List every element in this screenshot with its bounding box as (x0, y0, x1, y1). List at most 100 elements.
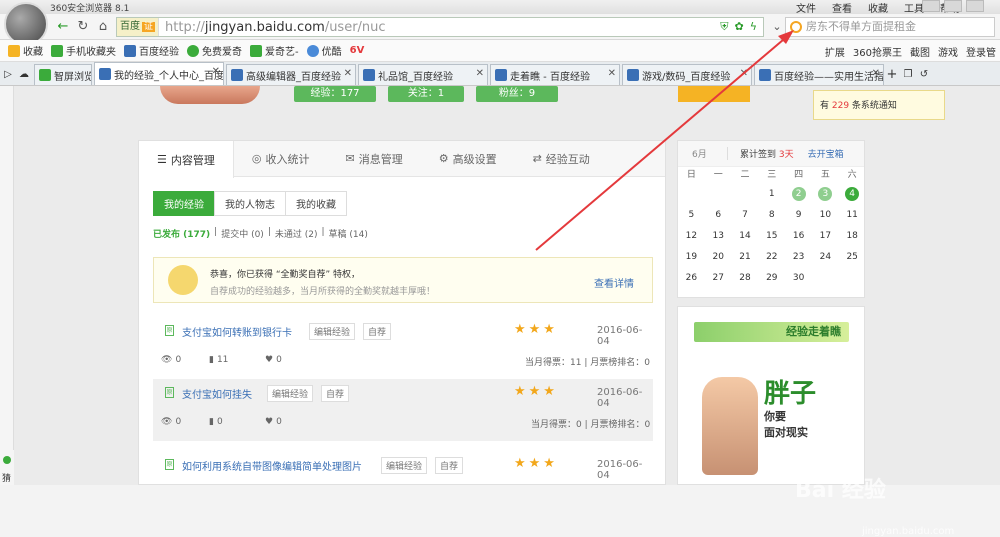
menu-view[interactable]: 查看 (832, 0, 852, 15)
tab-jingyan-home[interactable]: 百度经验——实用生活指 ✕ (754, 64, 884, 85)
calendar-day[interactable]: 21 (732, 247, 759, 268)
calendar-day[interactable]: 18 (839, 226, 866, 247)
address-bar[interactable]: 百度证 http://jingyan.baidu.com/user/nuc ⛨ … (116, 17, 764, 37)
stat-experience[interactable]: 经验：177 (294, 86, 376, 102)
calendar-day[interactable]: 14 (732, 226, 759, 247)
calendar-day[interactable]: 25 (839, 247, 866, 268)
tab-income-stats[interactable]: ◎ 收入统计 (234, 141, 328, 176)
undo-icon[interactable]: ↺ (916, 64, 932, 85)
calendar-day[interactable]: 10 (812, 205, 839, 226)
minimize-button[interactable] (944, 0, 962, 12)
calendar-day[interactable]: 26 (678, 268, 705, 289)
maximize-button[interactable] (966, 0, 984, 12)
calendar-day[interactable]: 1 (758, 184, 785, 205)
sidebar-toggle-icon[interactable]: ▷ (0, 64, 16, 85)
subtab-my-profiles[interactable]: 我的人物志 (214, 191, 286, 216)
skin-button[interactable] (922, 0, 940, 12)
extensions-button[interactable]: 扩展 (825, 44, 845, 59)
calendar-day[interactable]: 29 (758, 268, 785, 289)
tab-message-management[interactable]: ✉ 消息管理 (327, 141, 420, 176)
bookmark-baidu-jingyan[interactable]: 百度经验 (124, 43, 179, 58)
calendar-day[interactable]: 28 (732, 268, 759, 289)
filter-rejected[interactable]: 未通过 (2) (275, 227, 318, 240)
calendar-day[interactable]: 17 (812, 226, 839, 247)
login-manager-button[interactable]: 登录管 (966, 44, 996, 59)
recommend-button[interactable]: 自荐 (363, 323, 392, 340)
calendar-day[interactable]: 5 (678, 205, 705, 226)
menu-favorites[interactable]: 收藏 (868, 0, 888, 15)
award-details-link[interactable]: 查看详情 (594, 275, 634, 290)
filter-submitting[interactable]: 提交中 (0) (221, 227, 264, 240)
shield-icon[interactable]: ⛨ (720, 20, 728, 34)
recommend-button[interactable]: 自荐 (435, 457, 464, 474)
tab-content-management[interactable]: ☰ 内容管理 (139, 141, 234, 178)
ticket-button[interactable]: 360抢票王 (853, 44, 902, 59)
calendar-day[interactable]: 16 (785, 226, 812, 247)
close-icon[interactable]: ✕ (344, 68, 352, 79)
calendar-day[interactable]: 11 (839, 205, 866, 226)
calendar-day[interactable]: 20 (705, 247, 732, 268)
search-input[interactable]: 房东不得单方面提租金 (785, 17, 995, 37)
recommend-button[interactable]: 自荐 (321, 385, 350, 402)
search-engine-icon[interactable] (790, 21, 802, 33)
avatar[interactable] (160, 86, 260, 104)
close-icon[interactable]: ✕ (872, 68, 880, 79)
tab-games-digital[interactable]: 游戏/数码_百度经验 ✕ (622, 64, 752, 85)
calendar-day[interactable]: 6 (705, 205, 732, 226)
tab-advanced-editor[interactable]: 高级编辑器_百度经验 ✕ (226, 64, 356, 85)
back-icon[interactable]: ← (54, 18, 72, 36)
calendar-day[interactable]: 22 (758, 247, 785, 268)
calendar-day[interactable]: 27 (705, 268, 732, 289)
calendar-day[interactable]: 8 (758, 205, 785, 226)
item-title[interactable]: 支付宝如何挂失 (182, 386, 252, 401)
url-text[interactable]: http://jingyan.baidu.com/user/nuc (165, 20, 386, 35)
subtab-my-experience[interactable]: 我的经验 (153, 191, 215, 216)
tab-gift-hall[interactable]: 礼品馆_百度经验 ✕ (358, 64, 488, 85)
calendar-day[interactable]: 19 (678, 247, 705, 268)
open-chest-link[interactable]: 去开宝箱 (808, 147, 844, 160)
subtab-my-favorites[interactable]: 我的收藏 (285, 191, 347, 216)
edit-button[interactable]: 编辑经验 (267, 385, 314, 402)
new-tab-icon[interactable]: + (884, 64, 900, 85)
bookmark-favorites[interactable]: 收藏 (8, 43, 43, 58)
bookmark-mobile[interactable]: 手机收藏夹 (51, 43, 116, 58)
calendar-day[interactable]: 30 (785, 268, 812, 289)
guess-label[interactable]: 猜 (2, 471, 11, 484)
close-icon[interactable]: ✕ (740, 68, 748, 79)
stat-following[interactable]: 关注：1 (388, 86, 464, 102)
calendar-day[interactable]: 13 (705, 226, 732, 247)
filter-published[interactable]: 已发布 (177) (153, 227, 210, 240)
tab-my-jingyan[interactable]: 我的经验_个人中心_百度 ✕ (94, 62, 224, 85)
cloud-icon[interactable]: ☁ (16, 64, 32, 85)
reward-banner[interactable] (678, 86, 750, 102)
tab-zouzheqiao[interactable]: 走着瞧 - 百度经验 ✕ (490, 64, 620, 85)
home-icon[interactable]: ⌂ (94, 18, 112, 36)
restore-tabs-icon[interactable]: ❐ (900, 64, 916, 85)
edit-button[interactable]: 编辑经验 (381, 457, 428, 474)
calendar-day[interactable]: 2 (785, 184, 812, 205)
close-icon[interactable]: ✕ (476, 68, 484, 79)
item-title[interactable]: 支付宝如何转账到银行卡 (182, 324, 292, 339)
bookmark-youku[interactable]: 优酷 (306, 43, 342, 58)
ad-banner[interactable]: 经验走着瞧 (694, 322, 849, 342)
screenshot-button[interactable]: 截图 (910, 44, 930, 59)
calendar-day[interactable]: 12 (678, 226, 705, 247)
bookmark-iqiyi[interactable]: 爱奇艺- (250, 43, 299, 58)
calendar-day[interactable]: 3 (812, 184, 839, 205)
calendar-day[interactable]: 15 (758, 226, 785, 247)
menu-file[interactable]: 文件 (796, 0, 816, 15)
close-icon[interactable]: ✕ (212, 66, 220, 77)
filter-drafts[interactable]: 草稿 (14) (329, 227, 368, 240)
close-icon[interactable]: ✕ (608, 68, 616, 79)
notification-popup[interactable]: 有 229 条系统通知 (813, 90, 945, 120)
calendar-day[interactable]: 24 (812, 247, 839, 268)
calendar-day[interactable]: 7 (732, 205, 759, 226)
advertisement[interactable]: 经验走着瞧 胖子 你要 面对现实 (677, 306, 865, 485)
stat-fans[interactable]: 粉丝：9 (476, 86, 558, 102)
bookmark-6v[interactable]: 6V (350, 45, 365, 56)
tab-experience-interaction[interactable]: ⇄ 经验互动 (515, 141, 608, 176)
bookmark-iqiyi-free[interactable]: 免费爱奇 (187, 43, 242, 58)
refresh-icon[interactable]: ↻ (74, 18, 92, 36)
games-button[interactable]: 游戏 (938, 44, 958, 59)
chevron-down-icon[interactable]: ⌄ (768, 18, 786, 36)
